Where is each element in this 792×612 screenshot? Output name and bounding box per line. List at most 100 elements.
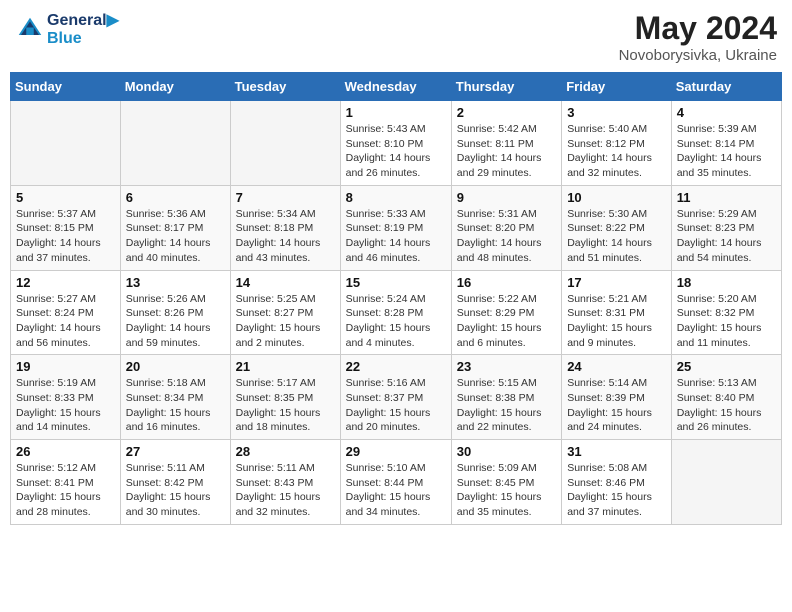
day-info: Sunrise: 5:14 AM Sunset: 8:39 PM Dayligh… xyxy=(567,376,666,435)
day-info: Sunrise: 5:12 AM Sunset: 8:41 PM Dayligh… xyxy=(16,461,115,520)
calendar-cell: 21 Sunrise: 5:17 AM Sunset: 8:35 PM Dayli… xyxy=(230,355,340,440)
logo: General▶ Blue xyxy=(15,10,119,48)
day-number: 3 xyxy=(567,105,666,120)
calendar-cell: 3 Sunrise: 5:40 AM Sunset: 8:12 PM Daylig… xyxy=(562,101,672,186)
calendar-week-row: 12 Sunrise: 5:27 AM Sunset: 8:24 PM Dayli… xyxy=(11,270,782,355)
day-info: Sunrise: 5:24 AM Sunset: 8:28 PM Dayligh… xyxy=(346,292,446,351)
logo-text: General▶ Blue xyxy=(47,10,119,48)
day-info: Sunrise: 5:08 AM Sunset: 8:46 PM Dayligh… xyxy=(567,461,666,520)
calendar-cell xyxy=(230,101,340,186)
calendar-cell: 2Sunrise: 5:42 AM Sunset: 8:11 PM Daylig… xyxy=(451,101,561,186)
calendar-cell: 26 Sunrise: 5:12 AM Sunset: 8:41 PM Dayli… xyxy=(11,440,121,525)
calendar-table: SundayMondayTuesdayWednesdayThursdayFrid… xyxy=(10,72,782,525)
day-info: Sunrise: 5:36 AM Sunset: 8:17 PM Dayligh… xyxy=(126,207,225,266)
calendar-cell: 23 Sunrise: 5:15 AM Sunset: 8:38 PM Dayli… xyxy=(451,355,561,440)
day-number: 29 xyxy=(346,444,446,459)
day-info: Sunrise: 5:11 AM Sunset: 8:43 PM Dayligh… xyxy=(236,461,335,520)
day-number: 14 xyxy=(236,275,335,290)
day-number: 15 xyxy=(346,275,446,290)
calendar-cell: 30Sunrise: 5:09 AM Sunset: 8:45 PM Dayli… xyxy=(451,440,561,525)
day-info: Sunrise: 5:42 AM Sunset: 8:11 PM Dayligh… xyxy=(457,122,556,181)
day-number: 21 xyxy=(236,359,335,374)
day-number: 13 xyxy=(126,275,225,290)
day-number: 23 xyxy=(457,359,556,374)
day-number: 1 xyxy=(346,105,446,120)
day-number: 10 xyxy=(567,190,666,205)
day-number: 20 xyxy=(126,359,225,374)
day-number: 7 xyxy=(236,190,335,205)
day-number: 11 xyxy=(677,190,776,205)
day-number: 27 xyxy=(126,444,225,459)
day-info: Sunrise: 5:39 AM Sunset: 8:14 PM Dayligh… xyxy=(677,122,776,181)
day-info: Sunrise: 5:10 AM Sunset: 8:44 PM Dayligh… xyxy=(346,461,446,520)
weekday-header-sunday: Sunday xyxy=(11,73,121,101)
calendar-cell: 14Sunrise: 5:25 AM Sunset: 8:27 PM Dayli… xyxy=(230,270,340,355)
calendar-cell: 17 Sunrise: 5:21 AM Sunset: 8:31 PM Dayli… xyxy=(562,270,672,355)
calendar-cell: 1Sunrise: 5:43 AM Sunset: 8:10 PM Daylig… xyxy=(340,101,451,186)
day-info: Sunrise: 5:34 AM Sunset: 8:18 PM Dayligh… xyxy=(236,207,335,266)
calendar-cell: 20 Sunrise: 5:18 AM Sunset: 8:34 PM Dayli… xyxy=(120,355,230,440)
calendar-cell xyxy=(671,440,781,525)
location-subtitle: Novoborysivka, Ukraine xyxy=(619,47,777,64)
logo-icon xyxy=(15,14,45,44)
day-number: 30 xyxy=(457,444,556,459)
calendar-cell: 12 Sunrise: 5:27 AM Sunset: 8:24 PM Dayli… xyxy=(11,270,121,355)
day-number: 26 xyxy=(16,444,115,459)
day-info: Sunrise: 5:17 AM Sunset: 8:35 PM Dayligh… xyxy=(236,376,335,435)
calendar-cell: 18 Sunrise: 5:20 AM Sunset: 8:32 PM Dayli… xyxy=(671,270,781,355)
day-info: Sunrise: 5:40 AM Sunset: 8:12 PM Dayligh… xyxy=(567,122,666,181)
day-number: 18 xyxy=(677,275,776,290)
weekday-header-row: SundayMondayTuesdayWednesdayThursdayFrid… xyxy=(11,73,782,101)
day-info: Sunrise: 5:20 AM Sunset: 8:32 PM Dayligh… xyxy=(677,292,776,351)
day-number: 6 xyxy=(126,190,225,205)
calendar-cell: 4 Sunrise: 5:39 AM Sunset: 8:14 PM Daylig… xyxy=(671,101,781,186)
day-number: 31 xyxy=(567,444,666,459)
day-number: 17 xyxy=(567,275,666,290)
day-number: 5 xyxy=(16,190,115,205)
day-info: Sunrise: 5:31 AM Sunset: 8:20 PM Dayligh… xyxy=(457,207,556,266)
calendar-cell: 7 Sunrise: 5:34 AM Sunset: 8:18 PM Daylig… xyxy=(230,185,340,270)
calendar-cell: 11 Sunrise: 5:29 AM Sunset: 8:23 PM Dayli… xyxy=(671,185,781,270)
calendar-week-row: 19Sunrise: 5:19 AM Sunset: 8:33 PM Dayli… xyxy=(11,355,782,440)
calendar-week-row: 1Sunrise: 5:43 AM Sunset: 8:10 PM Daylig… xyxy=(11,101,782,186)
day-info: Sunrise: 5:37 AM Sunset: 8:15 PM Dayligh… xyxy=(16,207,115,266)
day-info: Sunrise: 5:21 AM Sunset: 8:31 PM Dayligh… xyxy=(567,292,666,351)
calendar-cell: 16Sunrise: 5:22 AM Sunset: 8:29 PM Dayli… xyxy=(451,270,561,355)
day-info: Sunrise: 5:18 AM Sunset: 8:34 PM Dayligh… xyxy=(126,376,225,435)
calendar-cell: 19Sunrise: 5:19 AM Sunset: 8:33 PM Dayli… xyxy=(11,355,121,440)
calendar-cell: 28Sunrise: 5:11 AM Sunset: 8:43 PM Dayli… xyxy=(230,440,340,525)
page-header: General▶ Blue May 2024 Novoborysivka, Uk… xyxy=(10,10,782,64)
day-number: 19 xyxy=(16,359,115,374)
day-number: 24 xyxy=(567,359,666,374)
day-info: Sunrise: 5:13 AM Sunset: 8:40 PM Dayligh… xyxy=(677,376,776,435)
day-number: 9 xyxy=(457,190,556,205)
day-number: 22 xyxy=(346,359,446,374)
day-number: 12 xyxy=(16,275,115,290)
weekday-header-saturday: Saturday xyxy=(671,73,781,101)
day-number: 4 xyxy=(677,105,776,120)
calendar-cell: 29 Sunrise: 5:10 AM Sunset: 8:44 PM Dayli… xyxy=(340,440,451,525)
calendar-cell: 8Sunrise: 5:33 AM Sunset: 8:19 PM Daylig… xyxy=(340,185,451,270)
calendar-cell: 31 Sunrise: 5:08 AM Sunset: 8:46 PM Dayli… xyxy=(562,440,672,525)
calendar-week-row: 26 Sunrise: 5:12 AM Sunset: 8:41 PM Dayli… xyxy=(11,440,782,525)
day-info: Sunrise: 5:11 AM Sunset: 8:42 PM Dayligh… xyxy=(126,461,225,520)
day-info: Sunrise: 5:16 AM Sunset: 8:37 PM Dayligh… xyxy=(346,376,446,435)
calendar-cell: 15 Sunrise: 5:24 AM Sunset: 8:28 PM Dayli… xyxy=(340,270,451,355)
calendar-cell: 13 Sunrise: 5:26 AM Sunset: 8:26 PM Dayli… xyxy=(120,270,230,355)
weekday-header-friday: Friday xyxy=(562,73,672,101)
calendar-week-row: 5 Sunrise: 5:37 AM Sunset: 8:15 PM Daylig… xyxy=(11,185,782,270)
day-info: Sunrise: 5:15 AM Sunset: 8:38 PM Dayligh… xyxy=(457,376,556,435)
day-info: Sunrise: 5:29 AM Sunset: 8:23 PM Dayligh… xyxy=(677,207,776,266)
calendar-cell: 6 Sunrise: 5:36 AM Sunset: 8:17 PM Daylig… xyxy=(120,185,230,270)
calendar-cell: 27 Sunrise: 5:11 AM Sunset: 8:42 PM Dayli… xyxy=(120,440,230,525)
day-info: Sunrise: 5:30 AM Sunset: 8:22 PM Dayligh… xyxy=(567,207,666,266)
month-year-title: May 2024 xyxy=(619,10,777,47)
day-info: Sunrise: 5:33 AM Sunset: 8:19 PM Dayligh… xyxy=(346,207,446,266)
calendar-cell: 24 Sunrise: 5:14 AM Sunset: 8:39 PM Dayli… xyxy=(562,355,672,440)
day-info: Sunrise: 5:27 AM Sunset: 8:24 PM Dayligh… xyxy=(16,292,115,351)
day-info: Sunrise: 5:26 AM Sunset: 8:26 PM Dayligh… xyxy=(126,292,225,351)
calendar-cell xyxy=(120,101,230,186)
calendar-cell: 10 Sunrise: 5:30 AM Sunset: 8:22 PM Dayli… xyxy=(562,185,672,270)
weekday-header-monday: Monday xyxy=(120,73,230,101)
weekday-header-wednesday: Wednesday xyxy=(340,73,451,101)
